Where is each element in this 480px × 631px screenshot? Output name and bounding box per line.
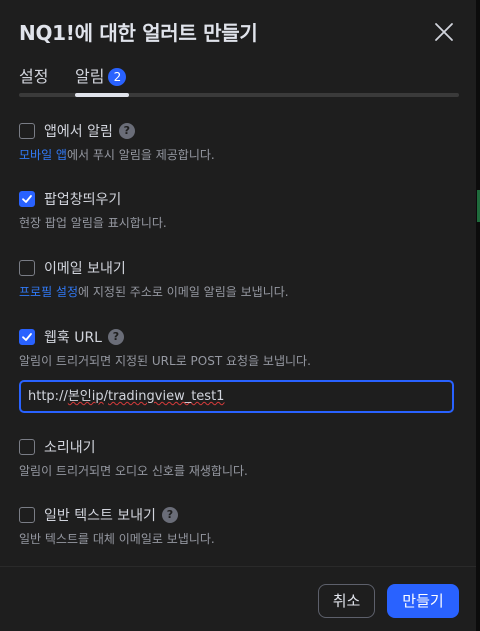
sound-checkbox[interactable] xyxy=(19,439,35,455)
check-icon xyxy=(22,333,32,341)
plain-text-checkbox[interactable] xyxy=(19,507,35,523)
tab-notifications[interactable]: 알림 2 xyxy=(75,66,127,88)
sound-desc: 알림이 트리거되면 오디오 신호를 재생합니다. xyxy=(19,464,248,478)
email-checkbox[interactable] xyxy=(19,260,35,276)
option-plain-text: 일반 텍스트 보내기 ? 일반 텍스트를 대체 이메일로 보냅니다. xyxy=(19,503,459,548)
cancel-button[interactable]: 취소 xyxy=(318,584,375,618)
profile-settings-link[interactable]: 프로필 설정 xyxy=(19,285,78,299)
background-strip xyxy=(476,0,480,631)
dialog-header: NQ1!에 대한 얼러트 만들기 xyxy=(19,18,456,48)
app-notification-desc: 모바일 앱에서 푸시 알림을 제공합니다. xyxy=(19,146,459,164)
option-app-notification: 앱에서 알림 ? 모바일 앱에서 푸시 알림을 제공합니다. xyxy=(19,119,459,164)
webhook-url-path: tradingview_test1 xyxy=(108,389,225,404)
email-desc: 프로필 설정에 지정된 주소로 이메일 알림을 보냅니다. xyxy=(19,283,459,301)
webhook-checkbox[interactable] xyxy=(19,329,35,345)
option-email: 이메일 보내기 프로필 설정에 지정된 주소로 이메일 알림을 보냅니다. xyxy=(19,256,459,301)
popup-checkbox[interactable] xyxy=(19,191,35,207)
tab-notifications-label: 알림 xyxy=(75,67,105,86)
webhook-label: 웹훅 URL xyxy=(44,330,102,346)
close-button[interactable] xyxy=(432,20,456,44)
close-icon xyxy=(435,23,453,41)
tab-badge-count: 2 xyxy=(108,68,127,86)
create-alert-dialog: NQ1!에 대한 얼러트 만들기 설정 알림 2 앱에서 알림 ? 모바일 앱에서… xyxy=(0,0,477,631)
option-popup: 팝업창띄우기 현장 팝업 알림을 표시합니다. xyxy=(19,187,459,232)
footer-divider xyxy=(0,566,476,567)
help-icon[interactable]: ? xyxy=(108,329,124,345)
mobile-app-link[interactable]: 모바일 앱 xyxy=(19,148,67,162)
sound-label: 소리내기 xyxy=(44,440,96,456)
app-notification-label: 앱에서 알림 xyxy=(44,124,113,140)
option-sound: 소리내기 알림이 트리거되면 오디오 신호를 재생합니다. xyxy=(19,435,459,480)
email-label: 이메일 보내기 xyxy=(44,261,126,277)
help-icon[interactable]: ? xyxy=(118,123,135,139)
email-desc-text: 에 지정된 주소로 이메일 알림을 보냅니다. xyxy=(78,285,289,299)
popup-label: 팝업창띄우기 xyxy=(44,192,122,208)
option-webhook: 웹훅 URL ? 알림이 트리거되면 지정된 URL로 POST 요청을 보냅니… xyxy=(19,325,459,370)
check-icon xyxy=(22,195,32,203)
plain-text-desc: 일반 텍스트를 대체 이메일로 보냅니다. xyxy=(19,532,215,546)
webhook-url-host: 본인ip xyxy=(67,389,104,404)
help-icon[interactable]: ? xyxy=(161,507,178,523)
active-tab-indicator xyxy=(75,93,129,97)
tab-bar: 설정 알림 2 xyxy=(19,64,459,98)
create-button[interactable]: 만들기 xyxy=(387,584,459,618)
dialog-title: NQ1!에 대한 얼러트 만들기 xyxy=(19,21,258,45)
app-notification-desc-text: 에서 푸시 알림을 제공합니다. xyxy=(66,148,215,162)
plain-text-label: 일반 텍스트 보내기 xyxy=(44,508,156,524)
webhook-url-input[interactable]: http://본인ip/tradingview_test1 xyxy=(19,380,454,413)
popup-desc: 현장 팝업 알림을 표시합니다. xyxy=(19,216,167,230)
tab-settings[interactable]: 설정 xyxy=(19,66,48,88)
app-notification-checkbox[interactable] xyxy=(19,123,35,139)
webhook-url-prefix: http:// xyxy=(28,389,68,404)
webhook-desc: 알림이 트리거되면 지정된 URL로 POST 요청을 보냅니다. xyxy=(19,354,311,368)
tab-settings-label: 설정 xyxy=(19,67,49,86)
